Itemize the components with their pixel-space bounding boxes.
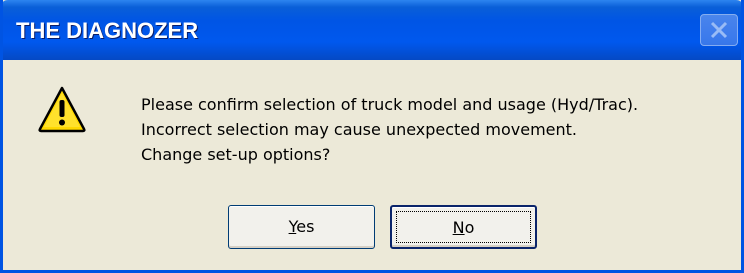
yes-button-label: Yes (288, 217, 315, 236)
title-bar[interactable]: THE DIAGNOZER (3, 0, 741, 60)
no-button-label: No (452, 218, 475, 237)
close-button[interactable] (700, 14, 738, 46)
message-line: Incorrect selection may cause unexpected… (141, 120, 578, 139)
warning-icon (38, 86, 86, 133)
message-text: Please confirm selection of truck model … (141, 92, 638, 167)
message-dialog: THE DIAGNOZER Please confirm selection o… (0, 0, 744, 273)
close-icon (710, 21, 728, 39)
yes-button[interactable]: Yes (228, 205, 375, 249)
no-button[interactable]: No (390, 205, 537, 249)
window-title: THE DIAGNOZER (16, 18, 199, 43)
message-line: Change set-up options? (141, 145, 331, 164)
message-line: Please confirm selection of truck model … (141, 95, 639, 114)
